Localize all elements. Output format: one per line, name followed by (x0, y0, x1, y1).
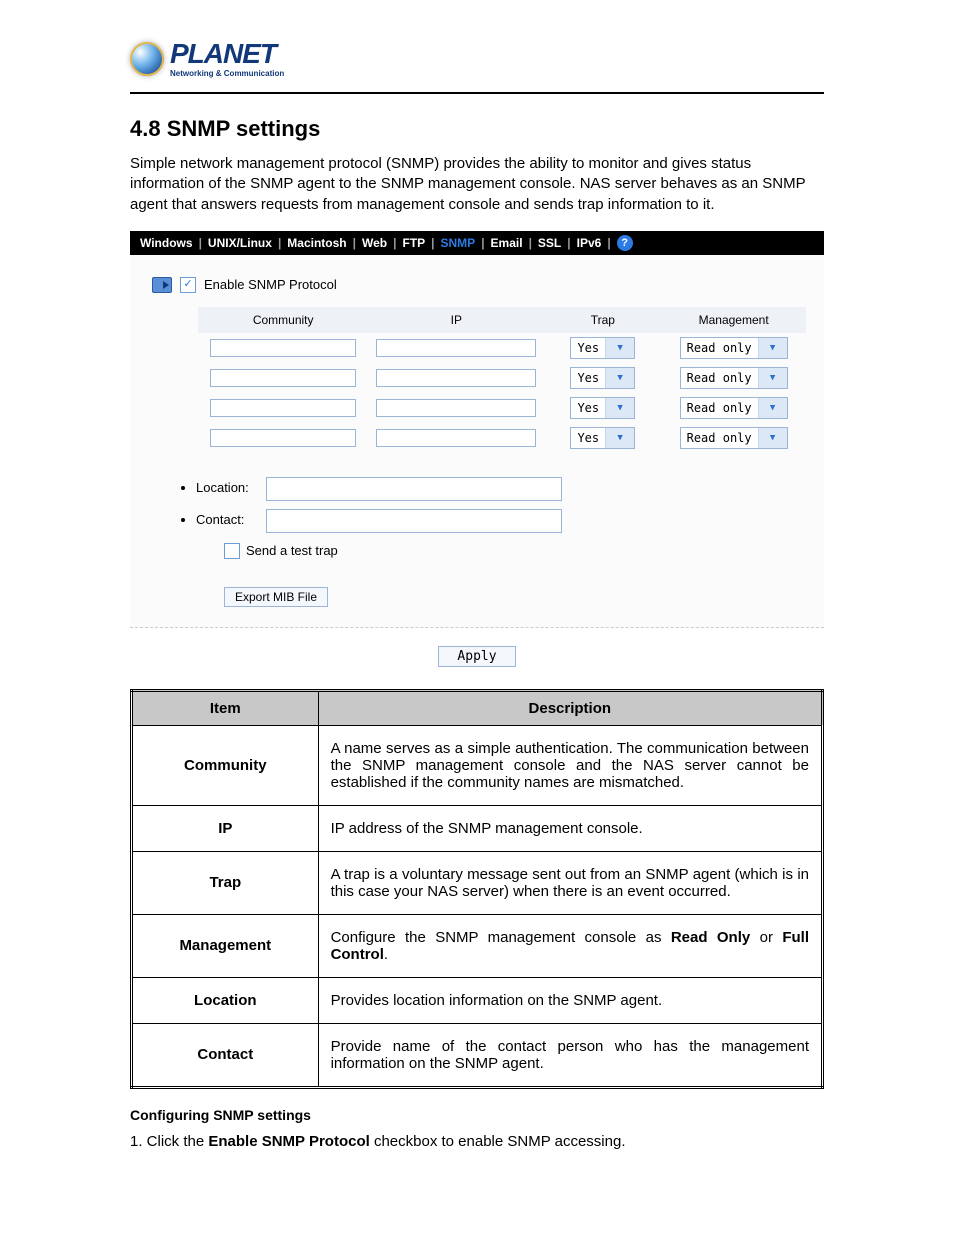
send-test-trap-label: Send a test trap (246, 543, 338, 558)
apply-button[interactable]: Apply (438, 646, 515, 667)
enable-snmp-label: Enable SNMP Protocol (204, 277, 337, 292)
table-row: LocationProvides location information on… (132, 977, 823, 1023)
chevron-down-icon: ▼ (758, 428, 787, 448)
community-input[interactable] (210, 339, 357, 357)
col-trap: Trap (544, 307, 661, 333)
divider (130, 92, 824, 94)
export-mib-button[interactable]: Export MIB File (224, 587, 328, 607)
table-row: Yes▼ Read only▼ (198, 333, 806, 363)
description-table: Item Description CommunityA name serves … (130, 689, 824, 1089)
enable-snmp-checkbox[interactable]: ✓ (180, 277, 196, 293)
desc-head-item: Item (132, 690, 319, 725)
tab-web[interactable]: Web (362, 236, 387, 250)
trap-select[interactable]: Yes▼ (570, 427, 635, 449)
send-test-trap-checkbox[interactable] (224, 543, 240, 559)
tab-bar: Windows| UNIX/Linux| Macintosh| Web| FTP… (130, 231, 824, 255)
tab-snmp[interactable]: SNMP (441, 236, 476, 250)
configuring-heading: Configuring SNMP settings (130, 1107, 824, 1123)
trap-select[interactable]: Yes▼ (570, 337, 635, 359)
brand-logo: PLANET Networking & Communication (130, 40, 824, 78)
step-arrow-icon (152, 277, 172, 293)
table-row: IPIP address of the SNMP management cons… (132, 805, 823, 851)
table-row: ContactProvide name of the contact perso… (132, 1023, 823, 1087)
col-ip: IP (368, 307, 544, 333)
desc-head-description: Description (318, 690, 822, 725)
community-input[interactable] (210, 369, 357, 387)
help-icon[interactable]: ? (617, 235, 633, 251)
chevron-down-icon: ▼ (605, 428, 634, 448)
table-row: CommunityA name serves as a simple authe… (132, 725, 823, 805)
management-select[interactable]: Read only▼ (680, 337, 788, 359)
table-row: TrapA trap is a voluntary message sent o… (132, 851, 823, 914)
tab-ipv6[interactable]: IPv6 (577, 236, 602, 250)
col-management: Management (661, 307, 806, 333)
col-community: Community (198, 307, 368, 333)
brand-tagline: Networking & Communication (170, 70, 284, 78)
snmp-table: Community IP Trap Management Yes▼ Read o… (198, 307, 806, 453)
tab-unix-linux[interactable]: UNIX/Linux (208, 236, 272, 250)
trap-select[interactable]: Yes▼ (570, 397, 635, 419)
ip-input[interactable] (376, 399, 536, 417)
contact-input[interactable] (266, 509, 562, 533)
tab-windows[interactable]: Windows (140, 236, 193, 250)
table-row: Yes▼ Read only▼ (198, 363, 806, 393)
page-title: 4.8 SNMP settings (130, 116, 824, 142)
management-select[interactable]: Read only▼ (680, 397, 788, 419)
brand-name: PLANET (170, 40, 284, 68)
location-input[interactable] (266, 477, 562, 501)
table-row: Yes▼ Read only▼ (198, 393, 806, 423)
chevron-down-icon: ▼ (605, 398, 634, 418)
chevron-down-icon: ▼ (758, 338, 787, 358)
chevron-down-icon: ▼ (605, 368, 634, 388)
ip-input[interactable] (376, 429, 536, 447)
management-select[interactable]: Read only▼ (680, 427, 788, 449)
chevron-down-icon: ▼ (758, 368, 787, 388)
tab-ssl[interactable]: SSL (538, 236, 561, 250)
chevron-down-icon: ▼ (758, 398, 787, 418)
community-input[interactable] (210, 429, 357, 447)
config-step-1: 1. Click the Enable SNMP Protocol checkb… (130, 1133, 824, 1150)
table-row: Yes▼ Read only▼ (198, 423, 806, 453)
management-select[interactable]: Read only▼ (680, 367, 788, 389)
table-row: ManagementConfigure the SNMP management … (132, 914, 823, 977)
chevron-down-icon: ▼ (605, 338, 634, 358)
contact-label: Contact: (196, 512, 266, 527)
location-label: Location: (196, 480, 266, 495)
tab-macintosh[interactable]: Macintosh (287, 236, 346, 250)
tab-email[interactable]: Email (491, 236, 523, 250)
snmp-panel: ✓ Enable SNMP Protocol Community IP Trap… (130, 255, 824, 628)
ip-input[interactable] (376, 369, 536, 387)
globe-icon (130, 42, 164, 76)
community-input[interactable] (210, 399, 357, 417)
ip-input[interactable] (376, 339, 536, 357)
tab-ftp[interactable]: FTP (402, 236, 425, 250)
intro-text: Simple network management protocol (SNMP… (130, 154, 824, 215)
trap-select[interactable]: Yes▼ (570, 367, 635, 389)
